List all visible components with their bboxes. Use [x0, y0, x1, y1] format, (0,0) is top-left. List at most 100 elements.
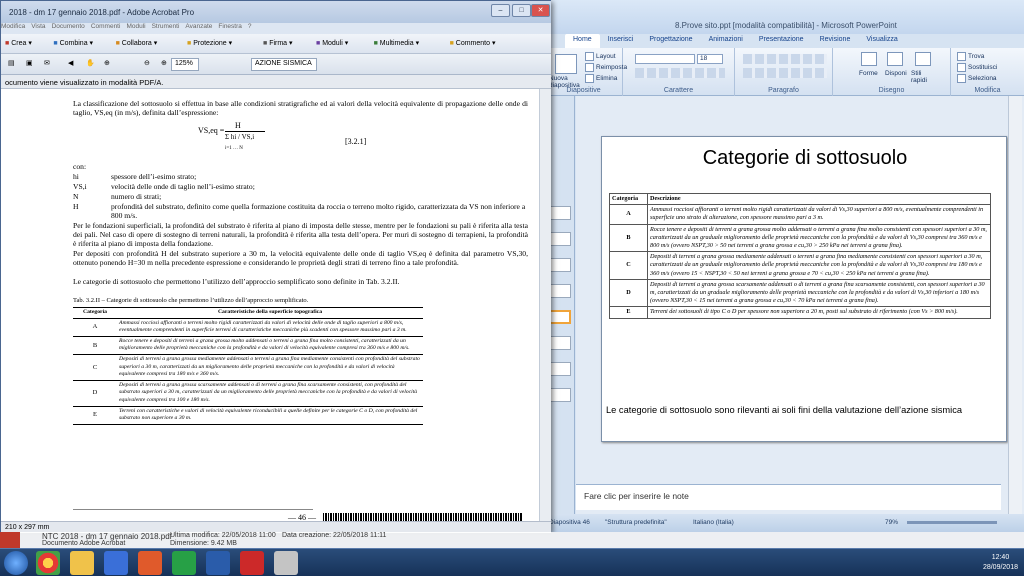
maximize-button[interactable]: □ — [512, 4, 531, 17]
clock-time: 12:40 — [991, 554, 1010, 561]
acrobat-window: 2018 - dm 17 gennaio 2018.pdf - Adobe Ac… — [0, 0, 551, 533]
slide[interactable]: Categorie di sottosuolo Categoria Descri… — [601, 136, 1007, 442]
group-label-slides: Diapositive — [566, 87, 601, 94]
file-explorer-icon[interactable] — [70, 551, 94, 575]
toolbar-collabora-button[interactable]: ■ Collabora ▾ — [116, 39, 158, 47]
slide-table[interactable]: Categoria Descrizione A Ammassi rocciosi … — [609, 192, 991, 319]
toolbar-commento-button[interactable]: ■ Commento ▾ — [450, 39, 496, 47]
zoom-slider[interactable] — [907, 521, 997, 524]
select-button[interactable]: Seleziona — [957, 74, 997, 83]
group-label-editing: Modifica — [974, 87, 1001, 94]
toolbar-multimedia-button[interactable]: ■ Multimedia ▾ — [374, 39, 420, 47]
zoom-out-icon[interactable]: ⊖ — [141, 58, 155, 71]
slide-thumbnail[interactable] — [549, 388, 571, 402]
word-icon[interactable] — [206, 551, 230, 575]
new-slide-icon[interactable] — [555, 54, 577, 74]
acrobat-taskbar-icon[interactable] — [240, 551, 264, 575]
close-button[interactable]: ✕ — [531, 4, 550, 17]
slide-thumbnail[interactable] — [549, 284, 571, 298]
pdf-viewport[interactable]: …………………………………………………………………………………………… La c… — [1, 89, 539, 521]
status-zoom[interactable]: 79% — [885, 519, 898, 526]
tab-revisione[interactable]: Revisione — [812, 34, 859, 48]
slide-thumbnail[interactable] — [549, 206, 571, 220]
email-icon[interactable]: ✉ — [41, 58, 55, 71]
ie-icon[interactable] — [104, 551, 128, 575]
slide-thumbnail-selected[interactable] — [549, 310, 571, 324]
replace-button[interactable]: Sostituisci — [957, 63, 997, 72]
category-cell: B — [609, 223, 648, 253]
slide-thumbnail[interactable] — [549, 362, 571, 376]
category-cell: A — [609, 204, 648, 225]
shapes-button[interactable]: Forme — [859, 70, 878, 77]
delete-button[interactable]: Elimina — [585, 74, 617, 83]
pdf-paragraph: Per le fondazioni superficiali, la profo… — [73, 221, 528, 249]
category-cell: C — [73, 354, 117, 381]
save-icon[interactable]: ▣ — [23, 58, 37, 71]
zoom-tool-icon[interactable]: ⊕ — [101, 58, 115, 71]
powerpoint-taskbar-icon[interactable] — [138, 551, 162, 575]
equation-sum-limits: i=1 … N — [225, 146, 243, 151]
start-button[interactable] — [4, 551, 28, 575]
font-size-box[interactable]: 18 — [697, 54, 723, 64]
slide-thumbnail[interactable] — [549, 232, 571, 246]
arrange-button[interactable]: Disponi — [885, 70, 907, 77]
zoom-input[interactable]: 125% — [171, 58, 199, 71]
toolbar-crea-button[interactable]: ■ Crea ▾ — [5, 39, 32, 47]
prev-page-icon[interactable]: ◀ — [65, 58, 79, 71]
pdf-vertical-scrollbar[interactable] — [539, 89, 551, 521]
menu-item-4[interactable]: Moduli — [126, 23, 145, 30]
paragraph-align-buttons[interactable] — [743, 68, 827, 78]
excel-icon[interactable] — [172, 551, 196, 575]
menu-item-7[interactable]: Finestra — [218, 23, 241, 30]
arrange-icon — [887, 52, 903, 66]
font-name-box[interactable] — [635, 54, 695, 64]
chevron-down-icon: ▾ — [287, 40, 293, 47]
tab-home[interactable]: Home — [565, 34, 600, 48]
ppt-vertical-scrollbar[interactable] — [1008, 96, 1022, 514]
ppt-ribbon-tabs: Home Inserisci Progettazione Animazioni Pres… — [545, 34, 1024, 48]
menu-item-6[interactable]: Avanzate — [185, 23, 212, 30]
paragraph-list-buttons[interactable] — [743, 54, 827, 64]
toolbar-firma-button[interactable]: ■ Firma ▾ — [263, 39, 293, 47]
quick-styles-button[interactable]: Stili rapidi — [911, 70, 937, 84]
minimize-button[interactable]: – — [491, 4, 510, 17]
menu-item-1[interactable]: Vista — [31, 23, 45, 30]
slide-caption[interactable]: Le categorie di sottosuolo sono rilevant… — [606, 405, 962, 415]
menu-item-2[interactable]: Documento — [52, 23, 85, 30]
toolbar-protezione-button[interactable]: ■ Protezione ▾ — [187, 39, 232, 47]
find-button[interactable]: Trova — [957, 52, 984, 61]
pdf-paragraph: Le categorie di sottosuolo che permetton… — [73, 277, 400, 286]
toolbar-label: Moduli — [322, 40, 343, 47]
font-format-buttons[interactable] — [635, 68, 725, 78]
group-editing: Trova Sostituisci Seleziona Modifica — [951, 48, 1024, 96]
slide-thumbnail[interactable] — [549, 258, 571, 272]
tab-progettazione[interactable]: Progettazione — [641, 34, 700, 48]
slide-thumbnail[interactable] — [549, 336, 571, 350]
reset-button[interactable]: Reimposta — [585, 63, 627, 72]
tab-presentazione[interactable]: Presentazione — [751, 34, 812, 48]
system-clock[interactable]: 12:40 28/09/2018 — [983, 553, 1018, 573]
menu-item-0[interactable]: Modifica — [1, 23, 25, 30]
print-icon[interactable]: ▤ — [5, 58, 19, 71]
menu-item-5[interactable]: Strumenti — [152, 23, 180, 30]
slide-editor[interactable]: Categorie di sottosuolo Categoria Descri… — [576, 96, 1024, 514]
tab-inserisci[interactable]: Inserisci — [600, 34, 642, 48]
toolbar-combina-button[interactable]: ■ Combina ▾ — [53, 39, 93, 47]
layout-button[interactable]: Layout — [585, 52, 616, 61]
chrome-icon[interactable] — [36, 551, 60, 575]
group-drawing: Forme Disponi Stili rapidi Disegno — [833, 48, 951, 96]
slide-title[interactable]: Categorie di sottosuolo — [602, 147, 1008, 170]
toolbar-label: Collabora — [121, 40, 152, 47]
menu-item-3[interactable]: Commenti — [91, 23, 121, 30]
menu-item-8[interactable]: ? — [248, 23, 252, 30]
app-icon[interactable] — [274, 551, 298, 575]
search-input[interactable]: AZIONE SISMICA — [251, 58, 317, 71]
tab-visualizza[interactable]: Visualizza — [858, 34, 905, 48]
hand-tool-icon[interactable]: ✋ — [83, 58, 97, 71]
ppt-ribbon: Nuova diapositiva Layout Reimposta Elimi… — [545, 48, 1024, 96]
toolbar-moduli-button[interactable]: ■ Moduli ▾ — [316, 39, 348, 47]
tab-animazioni[interactable]: Animazioni — [701, 34, 751, 48]
category-cell: B — [73, 336, 117, 355]
notes-pane[interactable]: Fare clic per inserire le note — [576, 484, 1001, 510]
zoom-in-icon[interactable]: ⊕ — [158, 58, 172, 71]
